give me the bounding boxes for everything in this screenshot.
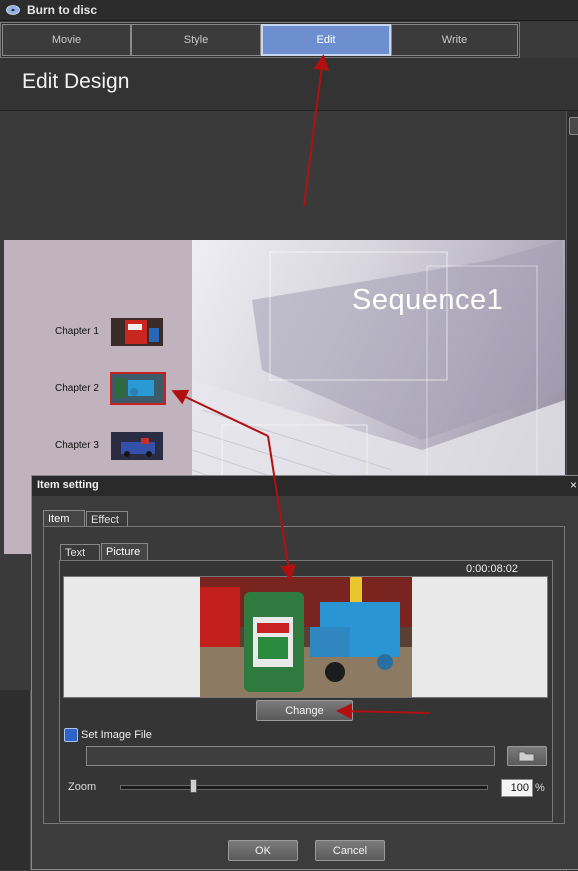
tab-effect[interactable]: Effect — [86, 511, 128, 527]
tab-item[interactable]: Item — [43, 510, 85, 527]
chapter-2-label[interactable]: Chapter 2 — [55, 383, 99, 394]
dialog-title: Item setting — [37, 479, 99, 491]
browse-folder-button[interactable] — [507, 746, 547, 766]
menu-title-text[interactable]: Sequence1 — [352, 284, 503, 317]
wizard-tab-bar: Movie Style Edit Write — [0, 22, 520, 58]
zoom-label: Zoom — [68, 781, 97, 793]
zoom-slider-handle[interactable] — [190, 779, 198, 793]
panel-toggle-button[interactable] — [569, 117, 578, 135]
zoom-slider-track[interactable] — [120, 785, 488, 790]
set-image-file-checkbox[interactable] — [64, 728, 78, 742]
page-title: Edit Design — [22, 70, 130, 93]
zoom-value-field[interactable]: 100 — [501, 779, 533, 797]
tab-movie[interactable]: Movie — [2, 24, 131, 56]
chapter-1-label[interactable]: Chapter 1 — [55, 326, 99, 337]
left-panel-strip — [0, 690, 31, 870]
cancel-button[interactable]: Cancel — [315, 840, 385, 861]
disc-burn-icon — [6, 5, 20, 15]
ok-button[interactable]: OK — [228, 840, 298, 861]
chapter-3-label[interactable]: Chapter 3 — [55, 440, 99, 451]
zoom-unit-label: % — [535, 782, 545, 794]
chapter-1-thumbnail[interactable] — [111, 318, 163, 346]
tab-picture[interactable]: Picture — [101, 543, 148, 561]
image-file-path-field[interactable] — [86, 746, 495, 766]
tab-edit[interactable]: Edit — [261, 24, 391, 56]
window-title: Burn to disc — [27, 3, 98, 17]
chapter-2-thumbnail-selected[interactable] — [110, 372, 166, 405]
chapter-3-thumbnail[interactable] — [111, 432, 163, 460]
timecode-readout: 0:00:08:02 — [466, 563, 518, 575]
tab-text[interactable]: Text — [60, 544, 100, 561]
change-button[interactable]: Change — [256, 700, 353, 721]
dialog-title-bar[interactable] — [32, 476, 578, 496]
tab-style[interactable]: Style — [131, 24, 261, 56]
tab-write[interactable]: Write — [391, 24, 518, 56]
folder-icon — [518, 751, 535, 762]
close-icon[interactable]: × — [570, 478, 577, 492]
picture-preview-image — [200, 577, 412, 697]
set-image-file-label: Set Image File — [81, 729, 152, 741]
